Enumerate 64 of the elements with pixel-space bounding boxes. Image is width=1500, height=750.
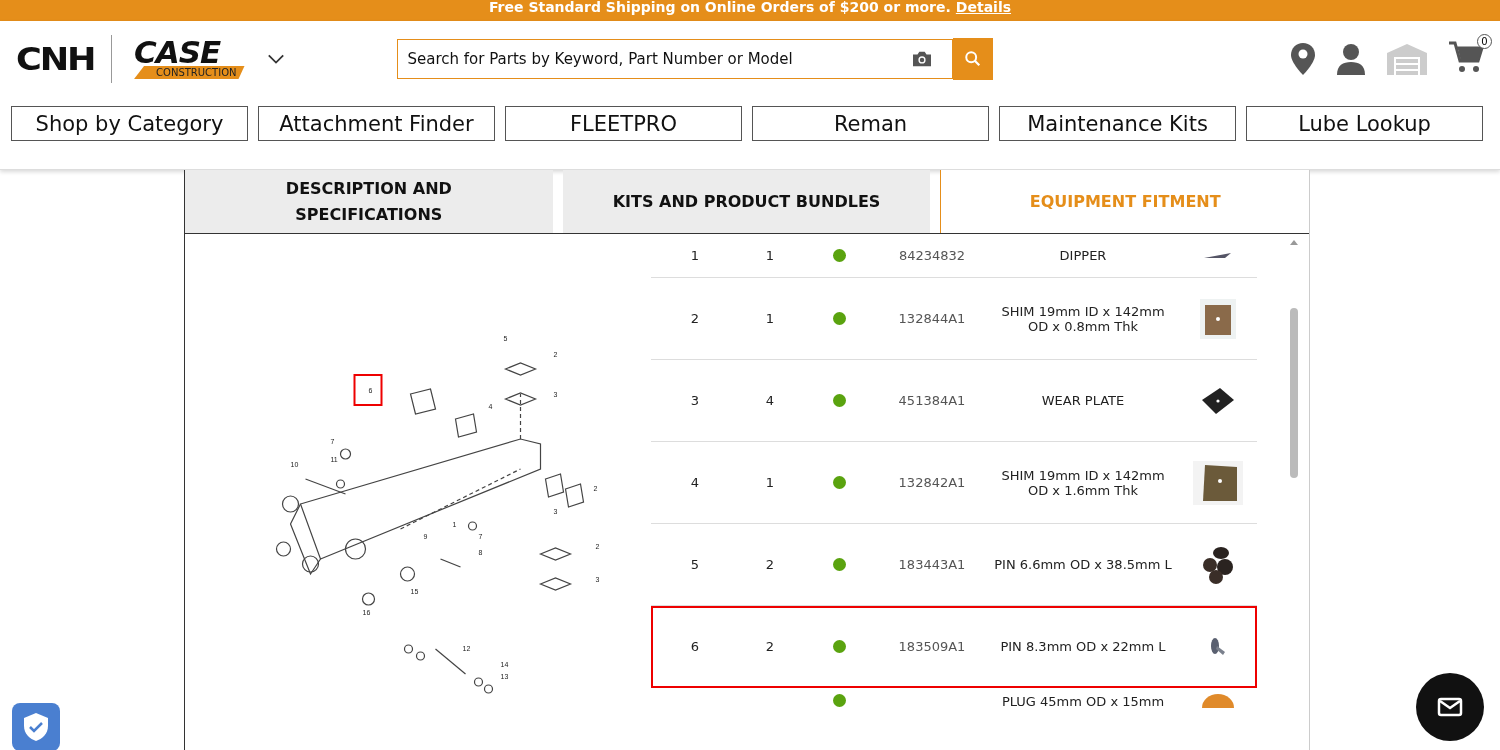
part-description: PIN 8.3mm OD x 22mm L xyxy=(1000,639,1166,654)
part-number: 132844A1 xyxy=(898,311,966,326)
part-description: DIPPER xyxy=(1059,248,1107,263)
company-logo[interactable]: CNH xyxy=(16,42,95,75)
part-description: SHIM 19mm ID x 142mm OD x 0.8mm Thk xyxy=(1000,303,1166,334)
part-row[interactable]: PLUG 45mm OD x 15mm xyxy=(651,688,1257,750)
part-row[interactable]: 5 2 183443A1 PIN 6.6mm OD x 38.5mm L xyxy=(651,524,1257,606)
scroll-up-icon[interactable] xyxy=(1289,238,1299,246)
part-row[interactable]: 6 2 183509A1 PIN 8.3mm OD x 22mm L xyxy=(651,606,1257,688)
ref-number: 2 xyxy=(690,311,700,326)
part-photo xyxy=(1193,460,1243,505)
nav-button[interactable]: Maintenance Kits xyxy=(999,106,1236,141)
part-photo xyxy=(1200,385,1236,416)
quantity: 1 xyxy=(765,311,775,326)
nav-button[interactable]: Lube Lookup xyxy=(1246,106,1483,141)
privacy-shield-button[interactable] xyxy=(12,703,60,750)
part-row[interactable]: 2 1 132844A1 SHIM 19mm ID x 142mm OD x 0.8mm Thk xyxy=(651,278,1257,360)
cart-icon[interactable] xyxy=(1448,39,1484,74)
mail-icon xyxy=(1437,697,1463,717)
cart-count-badge: 0 xyxy=(1477,33,1492,49)
ref-number: 1 xyxy=(690,248,700,263)
quantity: 1 xyxy=(765,475,775,490)
part-number: 183443A1 xyxy=(898,557,966,572)
ref-number: 6 xyxy=(690,639,700,654)
brand-subtitle: CONSTRUCTION xyxy=(134,66,245,79)
part-number: 84234832 xyxy=(898,248,966,263)
promo-text: Free Standard Shipping on Online Orders of $200 or more. xyxy=(488,0,951,16)
part-description: PIN 6.6mm OD x 38.5mm L xyxy=(994,557,1172,572)
part-description: SHIM 19mm ID x 142mm OD x 1.6mm Thk xyxy=(1000,467,1166,498)
tab[interactable]: KITS AND PRODUCT BUNDLES xyxy=(562,170,931,233)
part-photo xyxy=(1201,544,1235,585)
part-number: 132842A1 xyxy=(898,475,966,490)
search-field[interactable]: Search for Parts by Keyword, Part Number or Model xyxy=(396,38,953,79)
quantity: 2 xyxy=(765,557,775,572)
quantity: 2 xyxy=(765,639,775,654)
ref-number: 4 xyxy=(690,475,700,490)
ref-number: 5 xyxy=(690,557,700,572)
chevron-down-icon[interactable] xyxy=(266,52,285,65)
quantity: 1 xyxy=(765,248,775,263)
part-photo xyxy=(1200,694,1236,708)
part-number: 451384A1 xyxy=(898,393,966,408)
quantity: 4 xyxy=(765,393,775,408)
ref-number: 3 xyxy=(690,393,700,408)
brand-logo[interactable]: CASE CONSTRUCTION xyxy=(134,38,245,79)
brand-name: CASE xyxy=(134,38,221,66)
scrollbar-thumb[interactable] xyxy=(1290,308,1298,478)
user-icon[interactable] xyxy=(1336,42,1366,75)
part-number: 183509A1 xyxy=(898,639,966,654)
location-pin-icon[interactable] xyxy=(1290,41,1316,76)
shield-check-icon xyxy=(21,711,51,743)
nav-button[interactable]: Reman xyxy=(752,106,989,141)
nav-button[interactable]: Attachment Finder xyxy=(258,106,495,141)
part-row[interactable]: 4 1 132842A1 SHIM 19mm ID x 142mm OD x 1.6mm Thk xyxy=(651,442,1257,524)
part-description: WEAR PLATE xyxy=(1041,393,1125,408)
nav-button[interactable]: Shop by Category xyxy=(11,106,248,141)
part-row[interactable]: 1 1 84234832 DIPPER xyxy=(651,234,1257,278)
part-row[interactable]: 3 4 451384A1 WEAR PLATE xyxy=(651,360,1257,442)
nav-button[interactable]: FLEETPRO xyxy=(505,106,742,141)
part-photo xyxy=(1209,635,1227,658)
search-icon xyxy=(963,49,982,68)
part-photo xyxy=(1200,298,1236,339)
search-button[interactable] xyxy=(952,37,993,80)
tab[interactable]: DESCRIPTION AND SPECIFICATIONS xyxy=(185,170,553,233)
part-description: PLUG 45mm OD x 15mm xyxy=(1001,694,1165,709)
